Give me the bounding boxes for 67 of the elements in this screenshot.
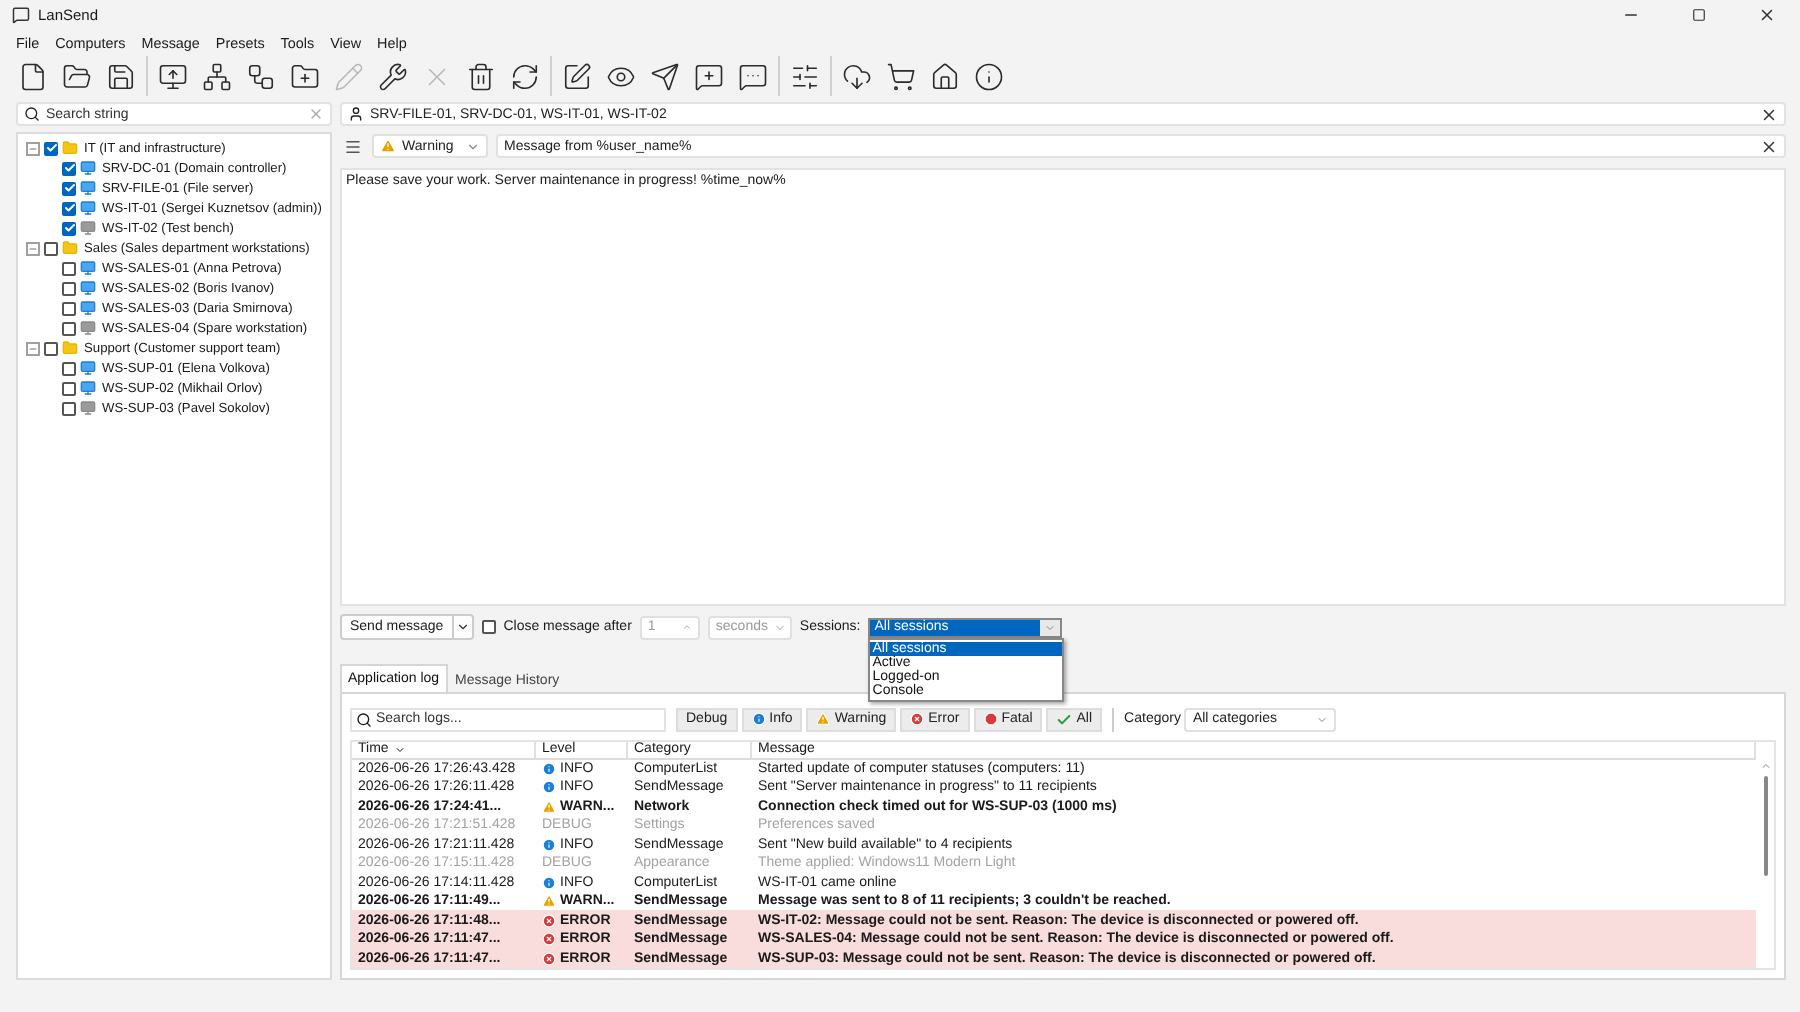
trash-icon bbox=[466, 61, 496, 91]
fatal-icon bbox=[983, 712, 998, 726]
send-options-button[interactable] bbox=[451, 616, 472, 638]
checkbox[interactable] bbox=[481, 620, 496, 634]
open-folder-icon bbox=[62, 61, 92, 91]
error-icon bbox=[542, 913, 556, 928]
checkbox[interactable] bbox=[62, 401, 76, 415]
sliders-icon bbox=[790, 61, 820, 91]
message-dots-icon bbox=[738, 61, 768, 91]
error-icon bbox=[542, 932, 556, 947]
caret-icon bbox=[455, 620, 470, 634]
chevron-icon bbox=[1316, 713, 1329, 725]
error-icon bbox=[542, 951, 556, 966]
search-icon bbox=[356, 711, 372, 727]
save-icon bbox=[106, 61, 136, 91]
scroll-up-icon bbox=[1760, 760, 1772, 772]
home-icon bbox=[930, 61, 960, 91]
checkbox[interactable] bbox=[62, 301, 76, 315]
cloud-download-icon bbox=[842, 61, 872, 91]
checkbox[interactable] bbox=[62, 281, 76, 295]
checkbox[interactable] bbox=[44, 141, 58, 155]
checkbox[interactable] bbox=[62, 161, 76, 175]
clear-icon[interactable] bbox=[1760, 105, 1778, 123]
check-icon bbox=[1056, 711, 1073, 727]
spin-up-icon bbox=[681, 622, 692, 632]
checkbox[interactable] bbox=[62, 221, 76, 235]
app-logo-icon bbox=[12, 6, 30, 24]
checkbox[interactable] bbox=[62, 361, 76, 375]
chevron-icon bbox=[1044, 621, 1057, 633]
folder-icon bbox=[62, 140, 78, 156]
wrench-icon bbox=[378, 61, 408, 91]
sort-icon bbox=[394, 743, 407, 756]
edit-icon bbox=[562, 61, 592, 91]
clear-icon[interactable] bbox=[1760, 137, 1778, 155]
checkbox[interactable] bbox=[62, 381, 76, 395]
info-icon bbox=[751, 712, 766, 726]
collapse-toggle[interactable] bbox=[26, 241, 40, 255]
checkbox[interactable] bbox=[44, 241, 58, 255]
chevron-icon bbox=[773, 621, 786, 633]
group-tree-icon bbox=[246, 61, 276, 91]
cart-icon bbox=[886, 61, 916, 91]
folder-icon bbox=[62, 340, 78, 356]
add-folder-icon bbox=[290, 61, 320, 91]
send-icon bbox=[650, 61, 680, 91]
checkbox[interactable] bbox=[62, 181, 76, 195]
checkbox[interactable] bbox=[62, 201, 76, 215]
checkbox[interactable] bbox=[44, 341, 58, 355]
add-message-icon bbox=[694, 61, 724, 91]
eye-icon bbox=[606, 61, 636, 91]
checkbox[interactable] bbox=[62, 261, 76, 275]
info-icon bbox=[974, 61, 1004, 91]
warning-icon bbox=[380, 138, 396, 154]
collapse-toggle[interactable] bbox=[26, 141, 40, 155]
add-group-icon bbox=[202, 61, 232, 91]
folder-icon bbox=[62, 240, 78, 256]
warning-icon bbox=[816, 712, 831, 726]
close-icon bbox=[1757, 6, 1775, 24]
user-icon bbox=[348, 106, 364, 122]
pencil-icon bbox=[334, 61, 364, 91]
collapse-toggle[interactable] bbox=[26, 341, 40, 355]
search-icon bbox=[24, 106, 40, 122]
new-file-icon bbox=[18, 61, 48, 91]
checkbox[interactable] bbox=[62, 321, 76, 335]
chevron-icon bbox=[466, 139, 480, 153]
maximize-icon bbox=[1691, 8, 1705, 22]
refresh-icon bbox=[510, 61, 540, 91]
error-icon bbox=[910, 712, 925, 726]
